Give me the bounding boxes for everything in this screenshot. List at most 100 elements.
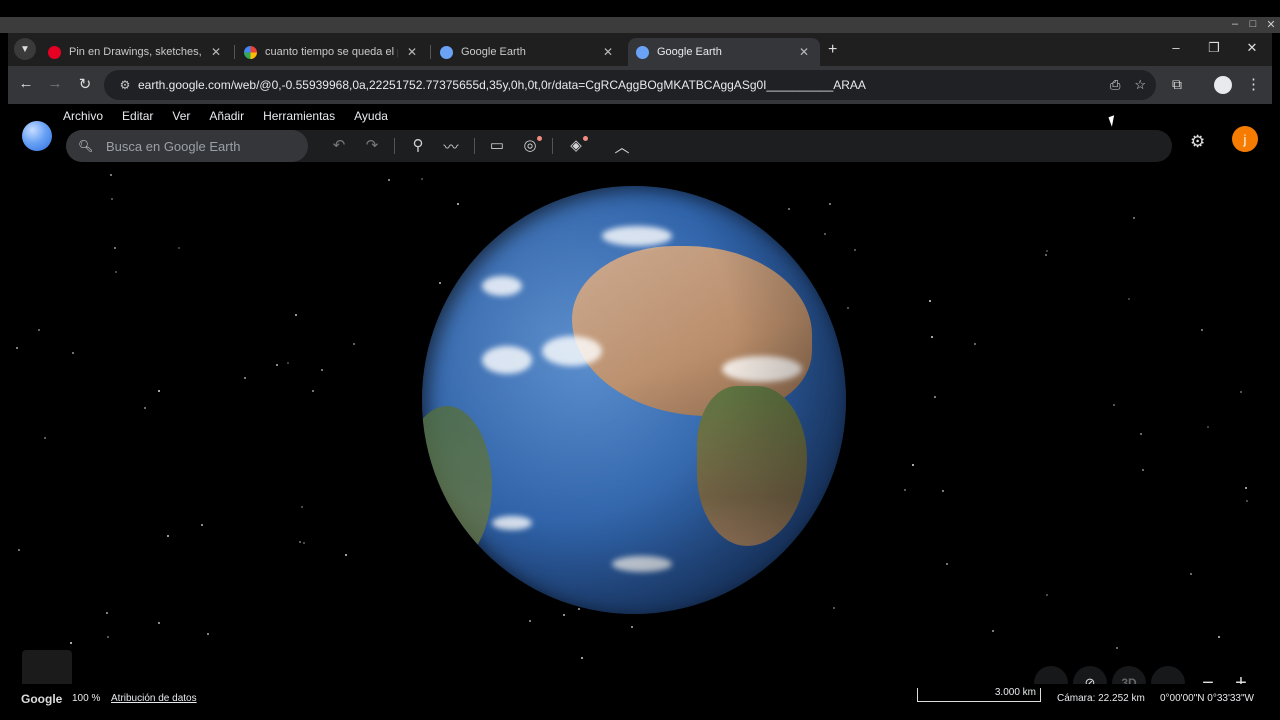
tab-pinterest[interactable]: Pin en Drawings, sketches, illus ✕ [40,38,232,66]
star [1207,426,1209,428]
star [581,657,583,659]
url-text[interactable]: earth.google.com/web/@0,-0.55939968,0a,2… [138,78,1110,92]
star [110,174,112,176]
star [144,407,146,409]
os-maximize-icon[interactable]: □ [1246,18,1260,30]
scale-bar[interactable]: 3.000 km [917,687,1041,702]
close-icon[interactable]: ✕ [404,45,420,59]
tab-title: Google Earth [657,46,722,58]
star [833,607,835,609]
tab-google-earth-1[interactable]: Google Earth ✕ [432,38,624,66]
window-close-icon[interactable]: ✕ [1242,40,1262,56]
star [439,282,441,284]
camera-altitude: Cámara: 22.252 km [1057,693,1145,704]
reload-button[interactable]: ↻ [75,75,95,93]
star [931,336,933,338]
star [276,364,278,366]
notification-dot [583,136,588,141]
star [1113,404,1115,406]
google-logo: Google [21,692,63,706]
coordinates[interactable]: 0°00'00"N 0°33'33"W [1160,693,1254,704]
google-icon [244,45,257,59]
user-avatar[interactable]: j [1232,126,1258,152]
tab-search-button[interactable]: ▼ [14,38,36,60]
star [788,208,790,210]
star [312,390,314,392]
google-earth-app: Archivo Editar Ver Añadir Herramientas A… [8,104,1272,713]
gear-icon[interactable]: ⚙ [1190,132,1205,152]
star [167,535,169,537]
star [1046,250,1048,252]
star [158,622,160,624]
globe-shading [422,186,846,614]
star [295,314,297,316]
search-box[interactable]: 🔍︎ [66,130,308,162]
search-input[interactable] [106,138,306,154]
bookmark-star-icon[interactable]: ☆ [1134,77,1146,93]
star [16,347,18,349]
star [946,563,948,565]
close-icon[interactable]: ✕ [208,45,224,59]
star [1046,594,1048,596]
browser-menu-icon[interactable]: ⋮ [1246,75,1261,93]
google-earth-logo[interactable] [22,121,52,151]
star [70,642,72,644]
scale-label: 3.000 km [994,687,1036,698]
star [1128,298,1130,300]
chevron-up-icon[interactable]: ︿ [611,136,633,157]
ruler-icon[interactable]: ▭ [486,136,508,154]
earth-globe[interactable] [422,186,846,614]
close-icon[interactable]: ✕ [600,45,616,59]
navigation-bar: ← → ↻ ⚙ earth.google.com/web/@0,-0.55939… [8,66,1272,104]
toolbar-divider [474,138,475,154]
star [115,271,117,273]
os-minimize-icon[interactable]: – [1228,18,1242,30]
menu-archivo[interactable]: Archivo [63,109,103,123]
star [207,633,209,635]
google-earth-icon [636,45,649,59]
site-info-icon[interactable]: ⚙ [112,78,138,92]
tab-title: Google Earth [461,46,526,58]
menu-ayuda[interactable]: Ayuda [354,109,388,123]
star [244,377,246,379]
star [1245,487,1247,489]
menu-anadir[interactable]: Añadir [209,109,244,123]
install-app-icon[interactable]: ⎙ [1110,77,1120,93]
placemark-icon[interactable]: ⚲ [407,136,429,154]
star [1133,217,1135,219]
close-icon[interactable]: ✕ [796,45,812,59]
star [106,612,108,614]
star [1201,329,1203,331]
path-icon[interactable]: 〰 [440,136,462,157]
star [353,343,355,345]
menu-ver[interactable]: Ver [172,109,190,123]
star [1116,647,1118,649]
tab-google-earth-active[interactable]: Google Earth ✕ [628,38,820,66]
star [44,437,46,439]
star [824,233,826,235]
star [578,608,580,610]
os-close-icon[interactable]: ✕ [1264,18,1278,31]
undo-icon[interactable]: ↶ [328,136,350,154]
back-button[interactable]: ← [16,75,36,92]
menu-editar[interactable]: Editar [122,109,153,123]
star [321,369,323,371]
new-tab-button[interactable]: + [828,41,837,59]
star [992,630,994,632]
restore-icon[interactable]: ❐ [1204,40,1224,56]
star [301,506,303,508]
address-bar[interactable]: ⚙ earth.google.com/web/@0,-0.55939968,0a… [104,70,1156,100]
forward-button[interactable]: → [45,75,65,92]
browser-profile-avatar[interactable] [1214,76,1232,94]
menu-herramientas[interactable]: Herramientas [263,109,335,123]
extensions-icon[interactable]: ⧉ [1172,76,1182,93]
status-footer: Google 100 % Atribución de datos 3.000 k… [8,684,1272,713]
tab-google-search[interactable]: cuanto tiempo se queda el pol ✕ [236,38,428,66]
star [114,247,116,249]
redo-icon[interactable]: ↷ [361,136,383,154]
data-attribution-link[interactable]: Atribución de datos [111,693,197,704]
earth-toolbar: 🔍︎ ↶ ↷ ⚲ 〰 ▭ ◎ ◈ ︿ [66,130,1172,162]
star [563,614,565,616]
app-menubar: Archivo Editar Ver Añadir Herramientas A… [8,104,1272,128]
minimize-icon[interactable]: – [1166,40,1186,55]
